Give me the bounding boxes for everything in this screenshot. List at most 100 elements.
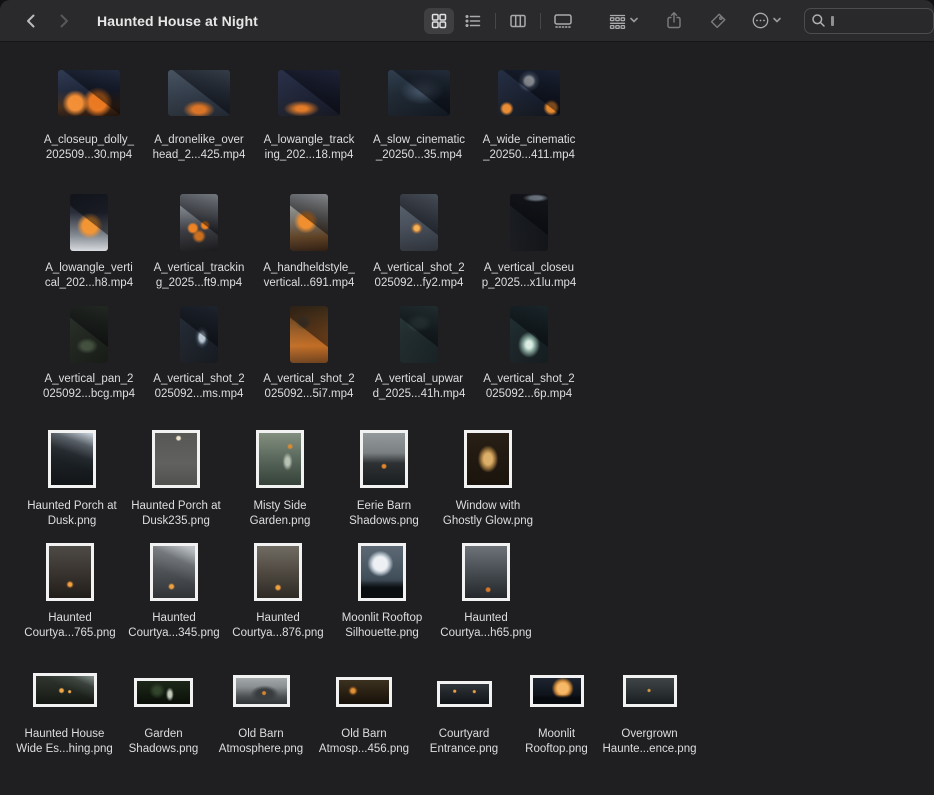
file-item[interactable]: Haunted HouseWide Es...hing.png (12, 663, 117, 757)
file-thumbnail[interactable] (48, 430, 96, 488)
search-text-fragment (831, 16, 834, 26)
file-label-line: Atmosphere.png (219, 742, 303, 757)
chevron-down-icon (772, 15, 782, 25)
file-thumbnail[interactable] (530, 675, 584, 707)
file-label-line: A_slow_cinematic (373, 133, 465, 148)
file-item[interactable]: Misty SideGarden.png (228, 430, 332, 529)
file-item[interactable]: HauntedCourtya...765.png (18, 543, 122, 641)
ellipsis-circle-icon (751, 11, 770, 30)
file-thumbnail[interactable] (254, 543, 302, 601)
file-thumbnail[interactable] (336, 677, 392, 707)
file-thumbnail[interactable] (58, 70, 120, 116)
file-label-line: Garden.png (250, 514, 311, 529)
share-button[interactable] (659, 8, 689, 34)
tag-button[interactable] (703, 8, 733, 34)
file-item[interactable]: OvergrownHaunte...ence.png (601, 663, 698, 757)
file-item[interactable]: Old BarnAtmosphere.png (210, 663, 312, 757)
forward-button[interactable] (51, 8, 77, 34)
file-thumbnail[interactable] (278, 70, 340, 116)
file-item[interactable]: A_vertical_closeup_2025...x1lu.mp4 (474, 193, 584, 291)
file-thumbnail[interactable] (134, 678, 193, 707)
file-label-line: Shadows.png (349, 514, 419, 529)
file-label-line: A_vertical_trackin (154, 261, 245, 276)
file-item[interactable]: Old BarnAtmosp...456.png (312, 663, 416, 757)
file-item[interactable]: A_vertical_shot_2025092...5i7.mp4 (254, 305, 364, 402)
file-thumbnail[interactable] (233, 675, 290, 707)
file-item[interactable]: A_vertical_pan_2025092...bcg.mp4 (34, 305, 144, 402)
file-label-line: A_wide_cinematic (483, 133, 576, 148)
file-row: A_closeup_dolly_202509...30.mp4 A_droneli… (0, 68, 934, 163)
file-thumbnail[interactable] (358, 543, 406, 601)
more-options-button[interactable] (747, 8, 786, 34)
file-item[interactable]: CourtyardEntrance.png (416, 663, 512, 757)
back-button[interactable] (18, 8, 44, 34)
file-item[interactable]: A_vertical_shot_2025092...fy2.mp4 (364, 193, 474, 291)
file-label: GardenShadows.png (129, 727, 199, 757)
file-item[interactable]: A_vertical_tracking_2025...ft9.mp4 (144, 193, 254, 291)
file-thumbnail[interactable] (623, 675, 677, 707)
file-grid: A_closeup_dolly_202509...30.mp4 A_droneli… (0, 68, 934, 757)
search-input[interactable] (804, 8, 934, 34)
file-thumbnail[interactable] (290, 194, 328, 251)
file-label: A_vertical_shot_2025092...5i7.mp4 (263, 372, 354, 402)
file-thumbnail[interactable] (464, 430, 512, 488)
file-item[interactable]: A_vertical_shot_2025092...ms.mp4 (144, 305, 254, 402)
file-item[interactable]: A_handheldstyle_vertical...691.mp4 (254, 193, 364, 291)
file-item[interactable]: A_vertical_shot_2025092...6p.mp4 (474, 305, 584, 402)
file-item[interactable]: A_dronelike_overhead_2...425.mp4 (144, 68, 254, 163)
file-label-line: A_vertical_shot_2 (153, 372, 244, 387)
file-item[interactable]: A_slow_cinematic_20250...35.mp4 (364, 68, 474, 163)
file-item[interactable]: A_lowangle_tracking_202...18.mp4 (254, 68, 364, 163)
file-label: A_lowangle_tracking_202...18.mp4 (264, 133, 355, 163)
file-item[interactable]: A_closeup_dolly_202509...30.mp4 (34, 68, 144, 163)
file-item[interactable]: GardenShadows.png (117, 663, 210, 757)
file-thumbnail[interactable] (70, 194, 108, 251)
file-thumbnail[interactable] (150, 543, 198, 601)
file-item[interactable]: HauntedCourtya...876.png (226, 543, 330, 641)
file-thumbnail[interactable] (437, 681, 492, 707)
file-thumbnail[interactable] (388, 70, 450, 116)
file-thumbnail[interactable] (510, 306, 548, 363)
file-label: Misty SideGarden.png (250, 499, 311, 529)
file-label-line: Haunte...ence.png (603, 742, 697, 757)
file-item[interactable]: Moonlit RooftopSilhouette.png (330, 543, 434, 641)
file-thumbnail[interactable] (70, 306, 108, 363)
file-item[interactable]: Window withGhostly Glow.png (436, 430, 540, 529)
file-thumbnail[interactable] (290, 306, 328, 363)
file-thumbnail[interactable] (180, 194, 218, 251)
file-item[interactable]: Haunted Porch atDusk.png (20, 430, 124, 529)
file-item[interactable]: Haunted Porch atDusk235.png (124, 430, 228, 529)
file-thumbnail[interactable] (180, 306, 218, 363)
file-label: A_closeup_dolly_202509...30.mp4 (44, 133, 134, 163)
file-item[interactable]: HauntedCourtya...345.png (122, 543, 226, 641)
file-label: A_vertical_shot_2025092...fy2.mp4 (373, 261, 464, 291)
file-label-line: cal_202...h8.mp4 (45, 276, 133, 291)
file-thumbnail[interactable] (400, 194, 438, 251)
file-thumbnail[interactable] (256, 430, 304, 488)
file-thumbnail[interactable] (46, 543, 94, 601)
file-label-line: A_lowangle_track (264, 133, 355, 148)
file-label: Window withGhostly Glow.png (443, 499, 533, 529)
group-by-button[interactable] (604, 8, 643, 34)
file-thumbnail[interactable] (168, 70, 230, 116)
file-thumbnail[interactable] (360, 430, 408, 488)
share-icon (665, 11, 683, 30)
file-thumbnail[interactable] (498, 70, 560, 116)
file-item[interactable]: MoonlitRooftop.png (512, 663, 601, 757)
file-item[interactable]: A_lowangle_vertical_202...h8.mp4 (34, 193, 144, 291)
column-view-button[interactable] (503, 8, 533, 34)
file-label-line: Courtyard (430, 727, 498, 742)
icon-view-button[interactable] (424, 8, 454, 34)
file-thumbnail[interactable] (400, 306, 438, 363)
file-thumbnail[interactable] (462, 543, 510, 601)
file-item[interactable]: A_wide_cinematic_20250...411.mp4 (474, 68, 584, 163)
file-item[interactable]: Eerie BarnShadows.png (332, 430, 436, 529)
file-label-line: _20250...411.mp4 (483, 148, 576, 163)
file-thumbnail[interactable] (510, 194, 548, 251)
file-thumbnail[interactable] (33, 673, 97, 707)
gallery-view-button[interactable] (548, 8, 578, 34)
file-item[interactable]: HauntedCourtya...h65.png (434, 543, 538, 641)
list-view-button[interactable] (458, 8, 488, 34)
file-thumbnail[interactable] (152, 430, 200, 488)
file-item[interactable]: A_vertical_upward_2025...41h.mp4 (364, 305, 474, 402)
